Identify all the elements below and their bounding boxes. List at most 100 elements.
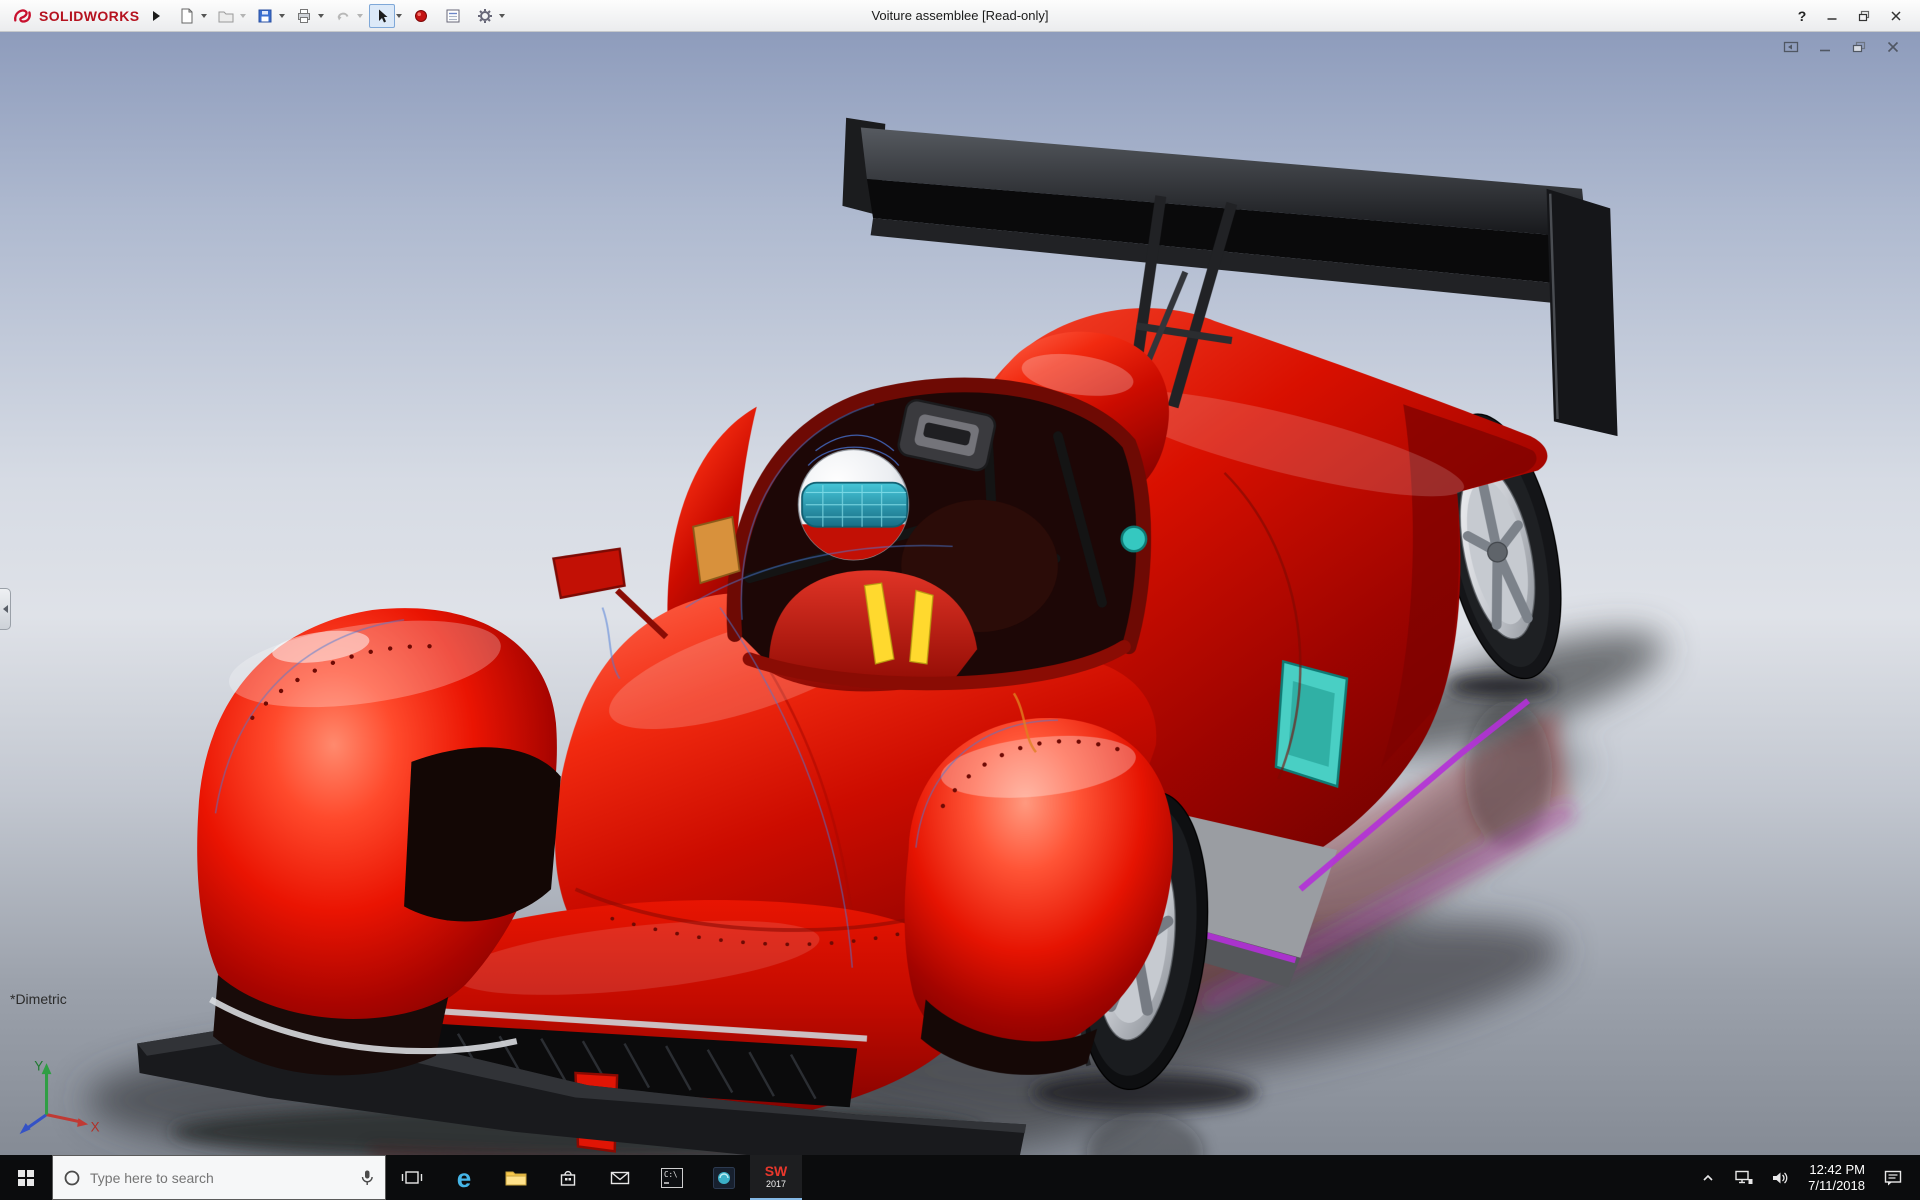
taskbar-search[interactable] — [52, 1155, 386, 1200]
close-button[interactable] — [1880, 3, 1912, 29]
system-tray: 12:42 PM 7/11/2018 — [1690, 1155, 1920, 1200]
file-explorer-button[interactable] — [490, 1155, 542, 1200]
restore-button[interactable] — [1848, 3, 1880, 29]
print-icon — [298, 8, 311, 23]
undo-button[interactable] — [330, 4, 356, 28]
svg-text:C:\: C:\ — [664, 1170, 678, 1179]
minimize-icon — [1820, 49, 1830, 52]
solidworks-icon-year: 2017 — [765, 1179, 787, 1189]
edge-button[interactable]: e — [438, 1155, 490, 1200]
minimize-icon — [1827, 17, 1837, 20]
document-close-button[interactable] — [1882, 38, 1904, 56]
title-bar: SOLIDWORKS Voiture assemblee [Read-only]… — [0, 0, 1920, 32]
task-view-icon — [401, 1170, 423, 1184]
x-axis-arrow — [77, 1118, 89, 1127]
undo-dropdown-caret[interactable] — [357, 13, 364, 18]
close-icon — [1891, 10, 1901, 21]
cortana-circle-icon — [64, 1170, 80, 1185]
graphics-area[interactable]: Y X — [0, 32, 1920, 1155]
solidworks-taskbar-button[interactable]: SW 2017 — [750, 1155, 802, 1200]
action-center-icon — [1884, 1170, 1902, 1185]
window-controls: ? — [1788, 3, 1912, 29]
start-button[interactable] — [0, 1155, 52, 1200]
toolbar-record-group — [408, 4, 434, 28]
options-gear-icon — [478, 8, 493, 23]
network-button[interactable] — [1726, 1169, 1762, 1187]
new-document-icon — [181, 8, 193, 23]
toolbar-options-group — [472, 4, 506, 28]
store-button[interactable] — [542, 1155, 594, 1200]
file-explorer-icon — [505, 1171, 527, 1185]
select-button[interactable] — [369, 3, 396, 28]
save-icon — [258, 9, 272, 22]
document-properties-button[interactable] — [440, 4, 466, 28]
print-button[interactable] — [291, 4, 317, 28]
view-orientation-label: *Dimetric — [10, 991, 67, 1007]
brand-name: SOLIDWORKS — [39, 7, 140, 24]
restore-icon — [1852, 41, 1866, 53]
volume-button[interactable] — [1762, 1170, 1798, 1186]
save-dropdown-caret[interactable] — [279, 13, 286, 18]
toolbar-select-group — [369, 3, 403, 28]
document-restore-button[interactable] — [1848, 38, 1870, 56]
taskbar-clock[interactable]: 12:42 PM 7/11/2018 — [1798, 1162, 1875, 1194]
options-button[interactable] — [472, 4, 498, 28]
new-document-button[interactable] — [174, 4, 200, 28]
collapse-arrow-icon — [2, 605, 8, 613]
help-button[interactable]: ? — [1788, 3, 1816, 29]
restore-pane-icon — [1783, 41, 1799, 53]
open-dropdown-caret[interactable] — [240, 13, 247, 18]
solidworks-window: SOLIDWORKS Voiture assemblee [Read-only]… — [0, 0, 1920, 1200]
toolbar-new-group — [174, 4, 208, 28]
action-center-button[interactable] — [1875, 1169, 1911, 1187]
task-pane-collapse-handle[interactable] — [0, 588, 11, 630]
start-icon — [18, 1169, 34, 1186]
triad-x-label: X — [91, 1120, 100, 1135]
toolbar-flyout-arrow-icon[interactable] — [153, 10, 161, 21]
teal-fitting — [1120, 525, 1148, 553]
volume-icon — [1773, 1172, 1788, 1183]
document-minimize-button[interactable] — [1814, 38, 1836, 56]
photos-button[interactable] — [698, 1155, 750, 1200]
mail-icon — [610, 1171, 630, 1184]
select-dropdown-caret[interactable] — [396, 13, 403, 18]
mail-button[interactable] — [594, 1155, 646, 1200]
clock-date: 7/11/2018 — [1808, 1177, 1865, 1193]
record-button[interactable] — [408, 4, 434, 28]
command-prompt-button[interactable]: C:\ — [646, 1155, 698, 1200]
new-dropdown-caret[interactable] — [201, 13, 208, 18]
options-dropdown-caret[interactable] — [499, 13, 506, 18]
edge-icon: e — [456, 1162, 472, 1193]
ds-mark-icon — [14, 8, 31, 23]
search-input[interactable] — [90, 1169, 350, 1186]
triad-y-label: Y — [34, 1058, 43, 1073]
select-cursor-icon — [379, 9, 388, 22]
photos-icon — [713, 1166, 735, 1189]
open-button[interactable] — [213, 4, 239, 28]
record-icon — [415, 9, 428, 22]
solidworks-icon: SW — [764, 1163, 788, 1179]
side-mirror[interactable] — [552, 547, 626, 600]
document-window-controls — [1780, 38, 1904, 56]
toolbar-print-group — [291, 4, 325, 28]
open-icon — [218, 11, 234, 22]
command-prompt-icon: C:\ — [661, 1167, 683, 1188]
save-button[interactable] — [252, 4, 278, 28]
hidden-icons-button[interactable] — [1690, 1172, 1726, 1184]
print-dropdown-caret[interactable] — [318, 13, 325, 18]
restore-pane-button[interactable] — [1780, 38, 1802, 56]
store-icon — [560, 1170, 576, 1186]
window-title: Voiture assemblee [Read-only] — [871, 8, 1049, 23]
microphone-icon[interactable] — [359, 1169, 375, 1187]
toolbar-open-group — [213, 4, 247, 28]
toolbar-properties-group — [440, 4, 466, 28]
toolbar-save-group — [252, 4, 286, 28]
toolbar-undo-group — [330, 4, 364, 28]
clock-time: 12:42 PM — [1809, 1161, 1865, 1177]
taskbar: e C:\ — [0, 1155, 1920, 1200]
z-axis-arrow — [19, 1123, 31, 1135]
graphics-viewport[interactable]: Y X *Dimetric — [0, 32, 1920, 1155]
minimize-button[interactable] — [1816, 3, 1848, 29]
restore-icon — [1858, 10, 1870, 21]
task-view-button[interactable] — [386, 1155, 438, 1200]
